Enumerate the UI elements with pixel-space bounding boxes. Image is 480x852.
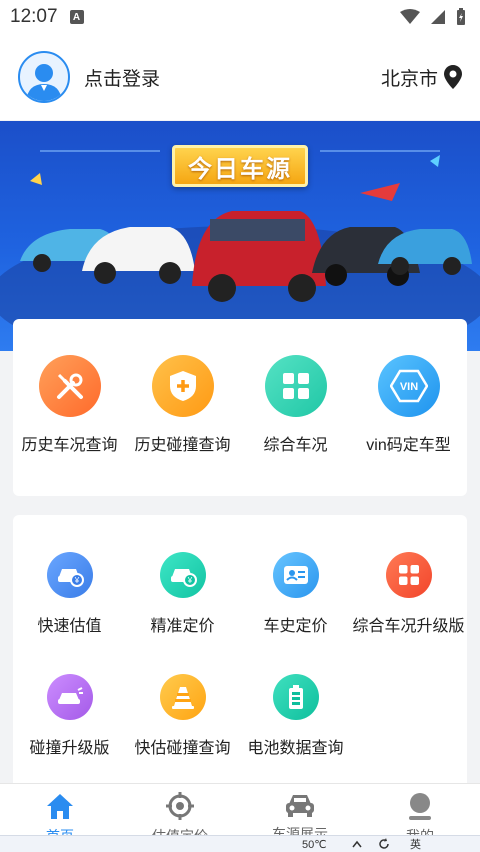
notification-a-icon: A <box>69 10 84 24</box>
service-label: 碰撞升级版 <box>29 740 110 757</box>
feature-history-collision[interactable]: 历史碰撞查询 <box>126 355 239 455</box>
id-card-icon <box>272 552 319 598</box>
feature-overall-condition[interactable]: 综合车况 <box>239 355 352 455</box>
service-history-pricing[interactable]: 车史定价 <box>239 552 352 636</box>
signal-icon <box>431 10 445 24</box>
service-label: 快速估值 <box>37 618 102 635</box>
svg-text:¥: ¥ <box>186 576 192 585</box>
svg-text:¥: ¥ <box>73 576 79 585</box>
feature-history-condition[interactable]: 历史车况查询 <box>13 355 126 455</box>
city-name: 北京市 <box>380 68 438 90</box>
service-label: 综合车况升级版 <box>352 618 465 635</box>
wifi-icon <box>400 9 420 24</box>
service-collision-upgrade[interactable]: 碰撞升级版 <box>13 674 126 758</box>
service-label: 快估碰撞查询 <box>134 740 231 757</box>
service-precise-pricing[interactable]: ¥ 精准定价 <box>126 552 239 636</box>
crash-car-icon <box>46 674 93 720</box>
service-quick-collision[interactable]: 快估碰撞查询 <box>126 674 239 758</box>
status-icons <box>400 8 466 26</box>
car-yen-icon: ¥ <box>46 552 93 598</box>
banner-title-badge: 今日车源 <box>172 145 308 187</box>
target-icon <box>166 792 194 820</box>
user-icon <box>409 793 431 820</box>
svg-text:VIN: VIN <box>399 381 417 393</box>
login-link[interactable]: 点击登录 <box>84 64 160 91</box>
battery-icon <box>272 674 319 720</box>
temperature-readout: 50℃ <box>302 838 327 851</box>
cone-icon <box>159 674 206 720</box>
feature-label: vin码定车型 <box>366 437 451 454</box>
banner-title: 今日车源 <box>188 155 292 183</box>
chevron-up-icon[interactable] <box>352 840 362 848</box>
services-card: ¥ 快速估值 ¥ 精准定价 车史定价 综合车况升级版 碰撞升级版 快估碰撞查询 <box>13 515 467 790</box>
service-label: 车史定价 <box>263 618 328 635</box>
avatar[interactable] <box>18 51 70 103</box>
service-battery-data[interactable]: 电池数据查询 <box>239 674 352 758</box>
input-method-indicator[interactable]: 英 <box>410 836 421 852</box>
shield-plus-icon <box>151 355 214 417</box>
promo-banner[interactable]: 今日车源 <box>0 121 480 351</box>
home-icon <box>47 794 73 819</box>
car-price-icon: ¥ <box>159 552 206 598</box>
location-pin-icon <box>444 65 462 89</box>
service-overall-upgrade[interactable]: 综合车况升级版 <box>352 552 465 636</box>
tools-icon <box>38 355 101 417</box>
system-taskbar: 50℃ 英 <box>0 835 480 852</box>
main-features-card: 历史车况查询 历史碰撞查询 综合车况 VIN vin码定车型 <box>13 319 467 496</box>
service-label: 精准定价 <box>150 618 215 635</box>
refresh-icon[interactable] <box>378 838 390 850</box>
car-icon <box>286 795 314 817</box>
grid-icon <box>385 552 432 598</box>
user-avatar-icon <box>26 64 62 101</box>
service-quick-valuation[interactable]: ¥ 快速估值 <box>13 552 126 636</box>
feature-label: 历史车况查询 <box>21 437 118 454</box>
feature-label: 历史碰撞查询 <box>134 437 231 454</box>
grid-icon <box>264 355 327 417</box>
feature-vin-lookup[interactable]: VIN vin码定车型 <box>352 355 465 455</box>
vin-icon: VIN <box>377 355 440 417</box>
status-time: 12:07 <box>10 6 58 27</box>
service-label: 电池数据查询 <box>247 740 344 757</box>
header: 点击登录 北京市 <box>0 34 480 120</box>
feature-label: 综合车况 <box>263 437 328 454</box>
city-selector[interactable]: 北京市 <box>381 64 462 91</box>
battery-status-icon <box>457 8 465 25</box>
status-bar: 12:07 A <box>0 0 480 34</box>
